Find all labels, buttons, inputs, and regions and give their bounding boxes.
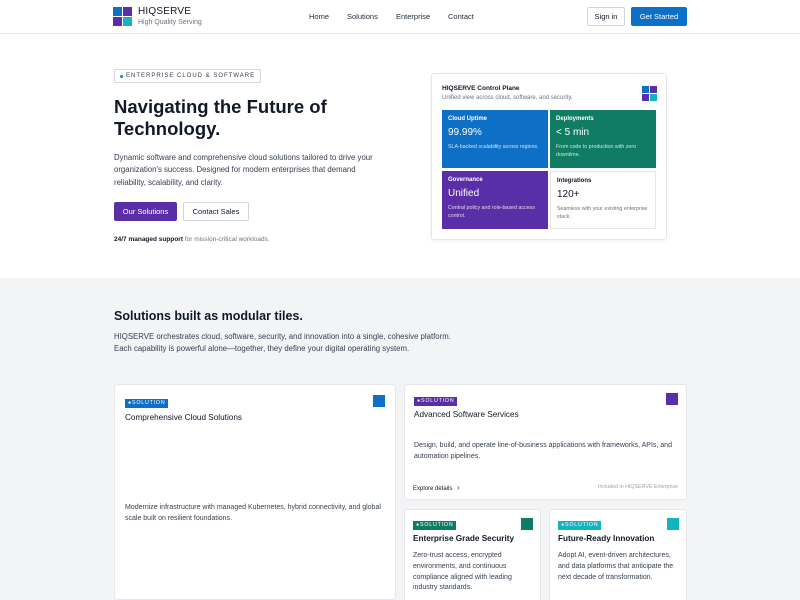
- hero-pill-badge: ENTERPRISE CLOUD & SOFTWARE: [114, 69, 262, 83]
- square-icon: [521, 518, 533, 530]
- metric-tile-cloud-uptime: Cloud Uptime 99.99% SLA-backed scalabili…: [442, 110, 548, 168]
- dot-icon: [120, 74, 123, 78]
- nav-link-enterprise[interactable]: Enterprise: [396, 12, 430, 21]
- solution-card-software[interactable]: ●SOLUTION Advanced Software Services Des…: [404, 384, 687, 500]
- metric-value: Unified: [448, 188, 480, 199]
- metric-label: Cloud Uptime: [448, 116, 487, 122]
- solution-card-title: Comprehensive Cloud Solutions: [125, 413, 242, 422]
- solution-card-title: Advanced Software Services: [414, 410, 519, 419]
- solution-card-cloud[interactable]: ●SOLUTION Comprehensive Cloud Solutions …: [114, 384, 396, 600]
- hero-description: Dynamic software and comprehensive cloud…: [114, 153, 373, 187]
- solution-card-title: Enterprise Grade Security: [413, 534, 515, 543]
- solution-card-title: Future-Ready Innovation: [558, 534, 655, 543]
- metric-label: Deployments: [556, 116, 594, 122]
- support-note: 24/7 managed support for mission-critica…: [114, 236, 270, 243]
- top-nav: HIQSERVE High Quality Serving Home Solut…: [0, 0, 800, 34]
- solutions-title: Solutions built as modular tiles.: [114, 309, 303, 323]
- metric-value: < 5 min: [556, 127, 590, 138]
- sign-in-button[interactable]: Sign in: [587, 7, 625, 26]
- solution-tag: ●SOLUTION: [414, 397, 458, 406]
- control-plane-subtitle: Unified view across cloud, software, and…: [442, 95, 573, 101]
- support-note-bold: 24/7 managed support: [114, 236, 183, 243]
- brand-logo-icon[interactable]: [113, 7, 132, 26]
- metric-description: Central policy and role-based access con…: [448, 205, 535, 219]
- solution-card-description: Adopt AI, event-driven architectures, an…: [558, 552, 674, 581]
- solution-tag: ●SOLUTION: [413, 521, 457, 530]
- metric-description: SLA-backed scalability across regions.: [448, 144, 539, 150]
- hero-title: Navigating the Future of Technology.: [114, 96, 327, 139]
- solution-card-security[interactable]: ●SOLUTION Enterprise Grade Security Zero…: [404, 509, 541, 600]
- solution-tag: ●SOLUTION: [558, 521, 602, 530]
- solution-card-description: Zero-trust access, encrypted environment…: [413, 552, 512, 592]
- metric-description: From code to production with zero downti…: [556, 144, 637, 158]
- chevron-right-icon: ›: [457, 483, 460, 492]
- metric-label: Governance: [448, 177, 483, 183]
- get-started-button[interactable]: Get Started: [631, 7, 687, 26]
- contact-sales-button[interactable]: Contact Sales: [183, 202, 249, 221]
- metric-description: Seamless with your existing enterprise s…: [557, 206, 648, 220]
- hero-pill-label: ENTERPRISE CLOUD & SOFTWARE: [126, 73, 256, 79]
- solution-tag: ●SOLUTION: [125, 399, 169, 408]
- brand-name[interactable]: HIQSERVE: [138, 6, 191, 17]
- nav-link-solutions[interactable]: Solutions: [347, 12, 378, 21]
- solutions-section: Solutions built as modular tiles. HIQSER…: [0, 278, 800, 600]
- metric-tile-governance: Governance Unified Central policy and ro…: [442, 171, 548, 229]
- support-note-rest: for mission-critical workloads.: [183, 236, 270, 243]
- solution-card-innovation[interactable]: ●SOLUTION Future-Ready Innovation Adopt …: [549, 509, 687, 600]
- solutions-description: HIQSERVE orchestrates cloud, software, s…: [114, 332, 451, 354]
- explore-details-link[interactable]: Explore details ›: [413, 483, 460, 492]
- explore-details-label: Explore details: [413, 486, 453, 492]
- metric-value: 99.99%: [448, 127, 482, 138]
- square-icon: [667, 518, 679, 530]
- control-plane-title: HIQSERVE Control Plane: [442, 85, 520, 92]
- metric-tile-deployments: Deployments < 5 min From code to product…: [550, 110, 656, 168]
- metric-tile-integrations: Integrations 120+ Seamless with your exi…: [550, 171, 656, 229]
- nav-link-contact[interactable]: Contact: [448, 12, 474, 21]
- brand-logo-icon: [642, 86, 657, 101]
- nav-link-home[interactable]: Home: [309, 12, 329, 21]
- metric-value: 120+: [557, 189, 580, 200]
- square-icon: [373, 395, 385, 407]
- our-solutions-button[interactable]: Our Solutions: [114, 202, 177, 221]
- included-note: Included in HIQSERVE Enterprise: [598, 484, 678, 490]
- solution-card-description: Modernize infrastructure with managed Ku…: [125, 504, 381, 522]
- solution-card-description: Design, build, and operate line-of-busin…: [414, 442, 672, 460]
- control-plane-card: HIQSERVE Control Plane Unified view acro…: [431, 73, 667, 240]
- metric-label: Integrations: [557, 178, 592, 184]
- brand-tagline: High Quality Serving: [138, 19, 202, 26]
- square-icon: [666, 393, 678, 405]
